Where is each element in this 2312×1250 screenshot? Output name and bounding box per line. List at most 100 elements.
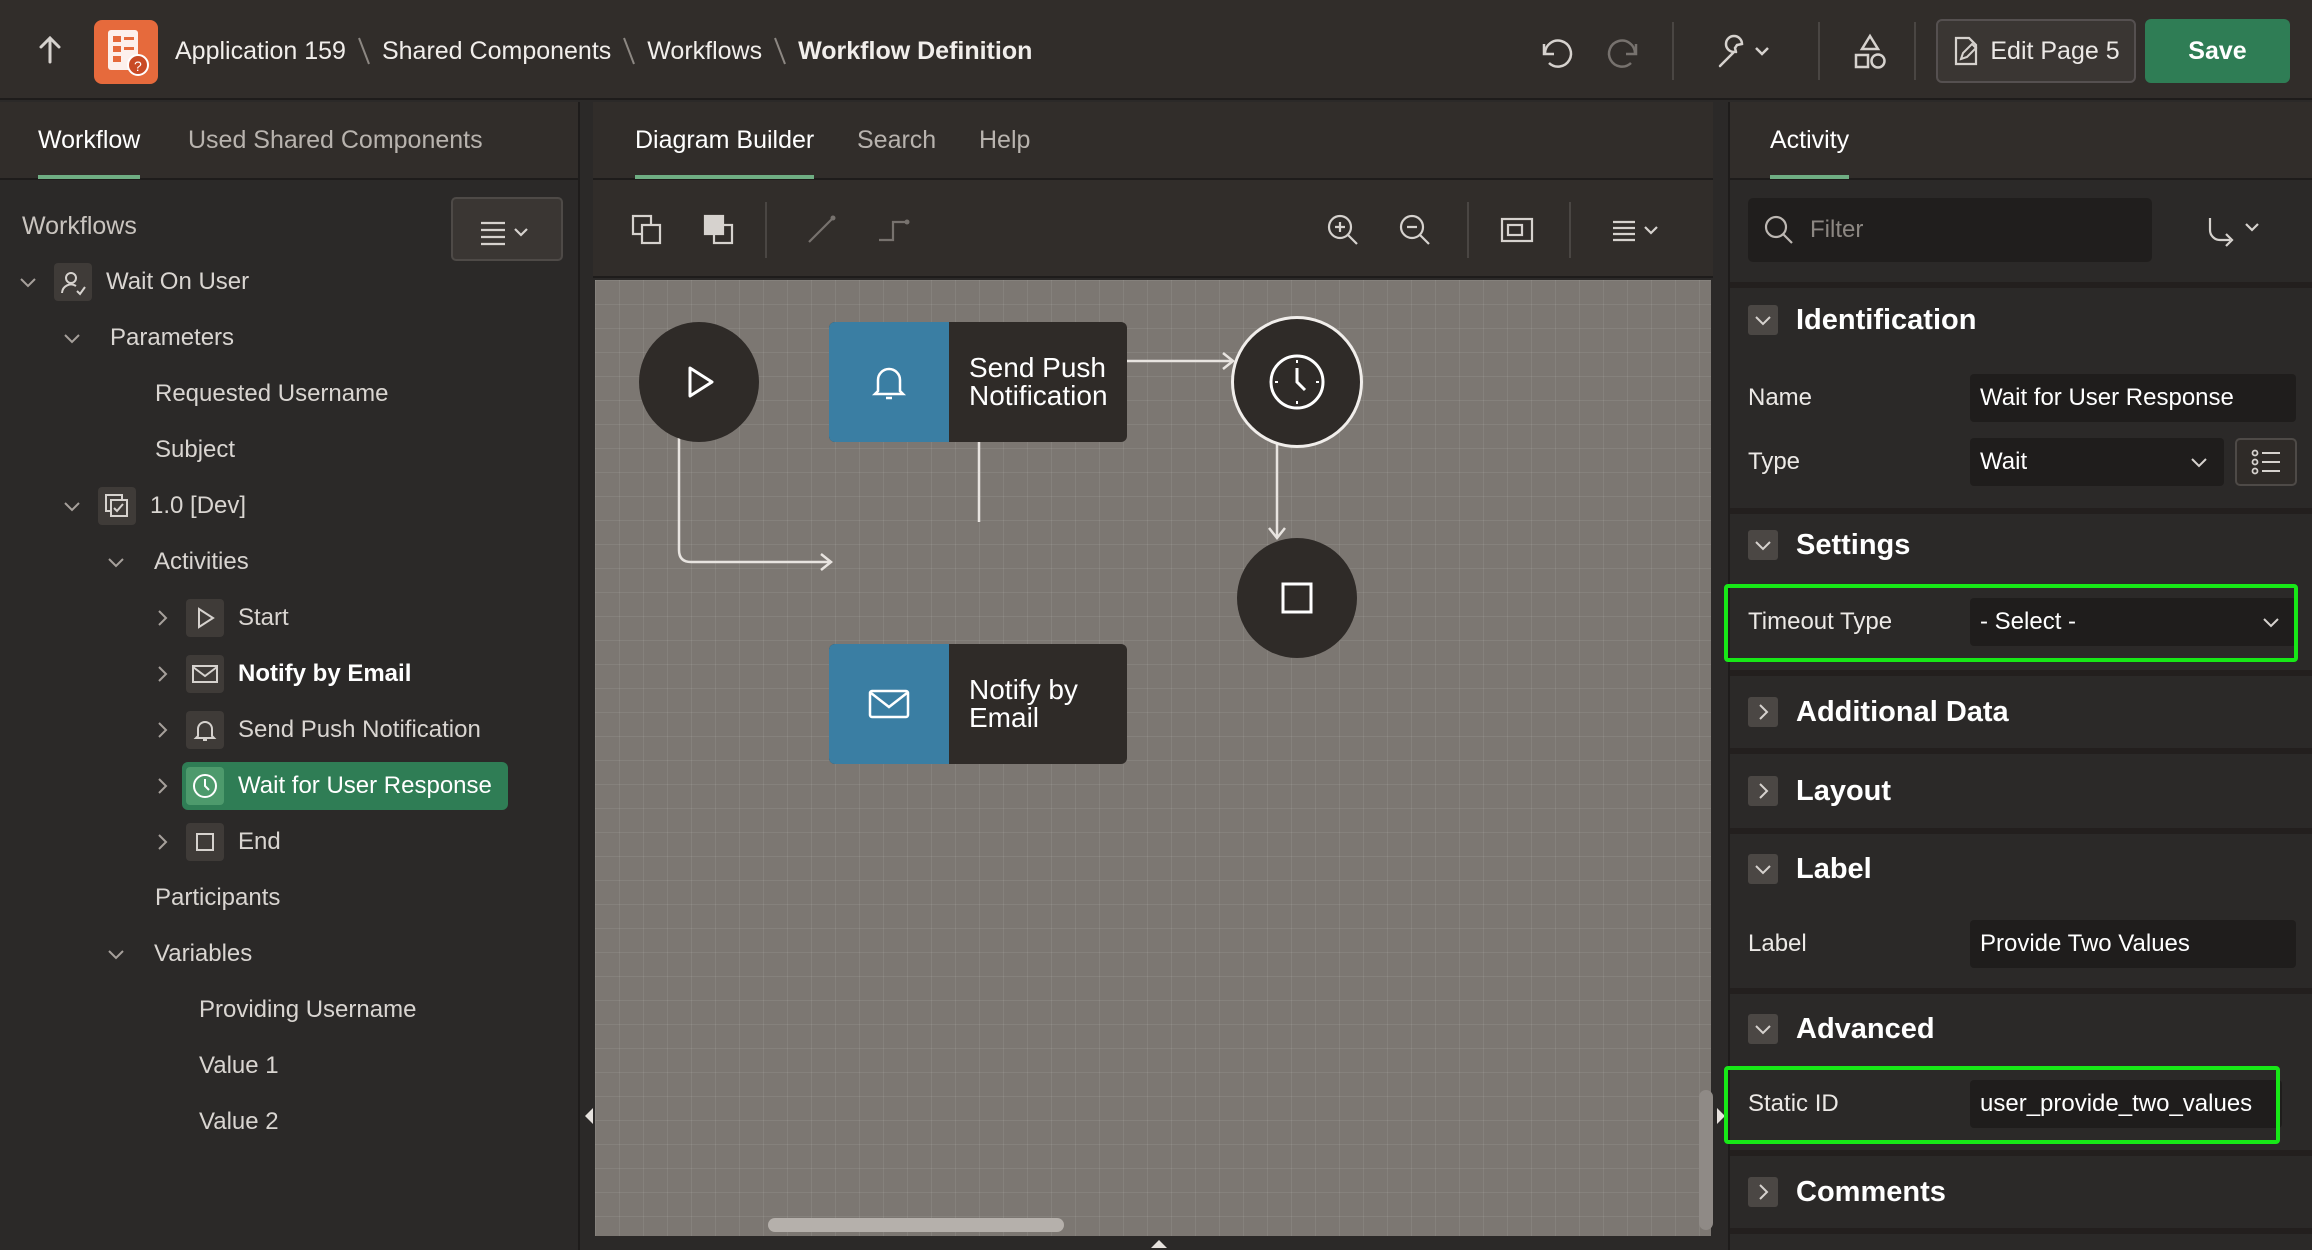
tree-node-label: Activities — [154, 548, 249, 575]
canvas-horizontal-scrollbar[interactable] — [768, 1218, 1064, 1232]
chevron-down-icon[interactable] — [1748, 305, 1778, 335]
section-label[interactable]: Label — [1730, 834, 2312, 904]
chevron-right-icon[interactable] — [150, 606, 174, 630]
diagram-node-push[interactable]: Send Push Notification — [829, 322, 1127, 442]
chevron-right-icon[interactable] — [150, 662, 174, 686]
chevron-right-icon[interactable] — [1748, 697, 1778, 727]
tree-node-label: 1.0 [Dev] — [150, 492, 247, 519]
send-to-back-icon[interactable] — [701, 212, 737, 248]
orthogonal-connector-icon[interactable] — [875, 212, 911, 248]
collapse-bottom-pane-icon[interactable] — [1147, 1236, 1171, 1250]
chevron-right-icon[interactable] — [150, 830, 174, 854]
go-to-group-icon[interactable] — [2200, 212, 2280, 248]
tree-node-variables[interactable]: Variables — [104, 932, 252, 976]
email-envelope-icon — [829, 644, 949, 764]
section-layout[interactable]: Layout — [1730, 754, 2312, 828]
tree-node-activity-start[interactable]: Start — [150, 596, 289, 640]
chevron-right-icon[interactable] — [150, 774, 174, 798]
chevron-right-icon[interactable] — [1748, 776, 1778, 806]
chevron-down-icon[interactable] — [104, 942, 128, 966]
tree-node-activity-push[interactable]: Send Push Notification — [150, 708, 481, 752]
type-list-button[interactable] — [2235, 438, 2297, 486]
save-button[interactable]: Save — [2145, 19, 2290, 83]
section-additional-data[interactable]: Additional Data — [1730, 676, 2312, 748]
diagram-node-end[interactable] — [1237, 538, 1357, 658]
workflow-user-icon — [54, 263, 92, 301]
tree-node-variable[interactable]: Value 2 — [199, 1100, 279, 1144]
tree-node-activity-wait[interactable]: Wait for User Response — [150, 762, 508, 810]
property-label: Type — [1748, 448, 1801, 475]
utilities-wrench-icon[interactable] — [1712, 30, 1776, 74]
tab-workflow[interactable]: Workflow — [38, 126, 141, 179]
tree-node-version[interactable]: 1.0 [Dev] — [60, 484, 246, 528]
end-square-icon — [186, 823, 224, 861]
chevron-right-icon[interactable] — [1748, 1177, 1778, 1207]
svg-text:?: ? — [134, 58, 142, 74]
tree-node-parameter[interactable]: Subject — [155, 428, 235, 472]
breadcrumb-application[interactable]: Application 159 — [175, 37, 346, 66]
tree-menu-button[interactable] — [451, 197, 563, 261]
tree-node-activity-notify-email[interactable]: Notify by Email — [150, 652, 411, 696]
static-id-field[interactable]: user_provide_two_values — [1970, 1080, 2282, 1128]
diagram-canvas[interactable]: Send Push Notification Notify by Email — [595, 280, 1711, 1236]
edit-page-button[interactable]: Edit Page 5 — [1936, 19, 2136, 83]
section-settings[interactable]: Settings — [1730, 514, 2312, 576]
label-field[interactable]: Provide Two Values — [1970, 920, 2296, 968]
tab-used-shared-components[interactable]: Used Shared Components — [188, 126, 483, 175]
tab-search[interactable]: Search — [857, 126, 936, 175]
zoom-out-icon[interactable] — [1397, 212, 1433, 248]
selected-activity[interactable]: Wait for User Response — [182, 762, 508, 810]
section-advanced[interactable]: Advanced — [1730, 994, 2312, 1064]
chevron-down-icon[interactable] — [60, 326, 84, 350]
chevron-down-icon[interactable] — [1748, 530, 1778, 560]
diagram-connectors — [677, 352, 1286, 571]
undo-icon[interactable] — [1532, 30, 1576, 74]
tab-help[interactable]: Help — [979, 126, 1030, 175]
toolbar-divider — [1914, 22, 1916, 80]
collapse-right-pane-icon[interactable] — [1714, 1104, 1728, 1128]
tree-node-workflow[interactable]: Wait On User — [16, 260, 249, 304]
bring-to-front-icon[interactable] — [629, 212, 665, 248]
fit-to-screen-icon[interactable] — [1499, 212, 1535, 248]
name-field[interactable]: Wait for User Response — [1970, 374, 2296, 422]
redo-icon[interactable] — [1604, 30, 1648, 74]
tree-node-parameter[interactable]: Requested Username — [155, 372, 388, 416]
application-icon[interactable]: ? — [94, 20, 158, 84]
breadcrumb-workflow-definition: Workflow Definition — [798, 36, 1033, 65]
timeout-type-select[interactable]: - Select - — [1970, 598, 2296, 646]
diagram-menu-icon[interactable] — [1609, 212, 1673, 248]
canvas-vertical-scrollbar[interactable] — [1699, 1090, 1713, 1230]
section-title: Layout — [1796, 774, 1892, 807]
tree-node-activity-end[interactable]: End — [150, 820, 281, 864]
type-select[interactable]: Wait — [1970, 438, 2224, 486]
chevron-down-icon[interactable] — [60, 494, 84, 518]
tab-diagram-builder[interactable]: Diagram Builder — [635, 126, 815, 179]
chevron-down-icon[interactable] — [1748, 854, 1778, 884]
tab-activity[interactable]: Activity — [1770, 126, 1850, 179]
tree-node-activities[interactable]: Activities — [104, 540, 249, 584]
chevron-down-icon[interactable] — [16, 270, 40, 294]
tree-node-participants[interactable]: Participants — [155, 876, 280, 920]
breadcrumb-shared-components[interactable]: Shared Components — [382, 37, 611, 66]
tree-node-variable[interactable]: Value 1 — [199, 1044, 279, 1088]
section-title: Advanced — [1796, 1012, 1935, 1045]
diagram-node-wait[interactable] — [1231, 316, 1363, 448]
navigate-up-icon[interactable] — [30, 30, 70, 70]
shared-components-shapes-icon[interactable] — [1848, 30, 1892, 74]
zoom-in-icon[interactable] — [1325, 212, 1361, 248]
diagram-node-start[interactable] — [639, 322, 759, 442]
straight-connector-icon[interactable] — [803, 212, 839, 248]
chevron-down-icon[interactable] — [104, 550, 128, 574]
diagram-node-email[interactable]: Notify by Email — [829, 644, 1127, 764]
tree-node-label: Value 1 — [199, 1052, 279, 1079]
section-comments[interactable]: Comments — [1730, 1156, 2312, 1228]
chevron-right-icon[interactable] — [150, 718, 174, 742]
tree-node-parameters[interactable]: Parameters — [60, 316, 234, 360]
filter-field[interactable] — [1748, 198, 2152, 262]
section-identification[interactable]: Identification — [1730, 288, 2312, 352]
filter-input[interactable] — [1810, 216, 2140, 244]
tree-node-variable[interactable]: Providing Username — [199, 988, 416, 1032]
chevron-down-icon[interactable] — [1748, 1014, 1778, 1044]
breadcrumb-workflows[interactable]: Workflows — [647, 37, 762, 66]
tree-node-label: Providing Username — [199, 996, 417, 1023]
